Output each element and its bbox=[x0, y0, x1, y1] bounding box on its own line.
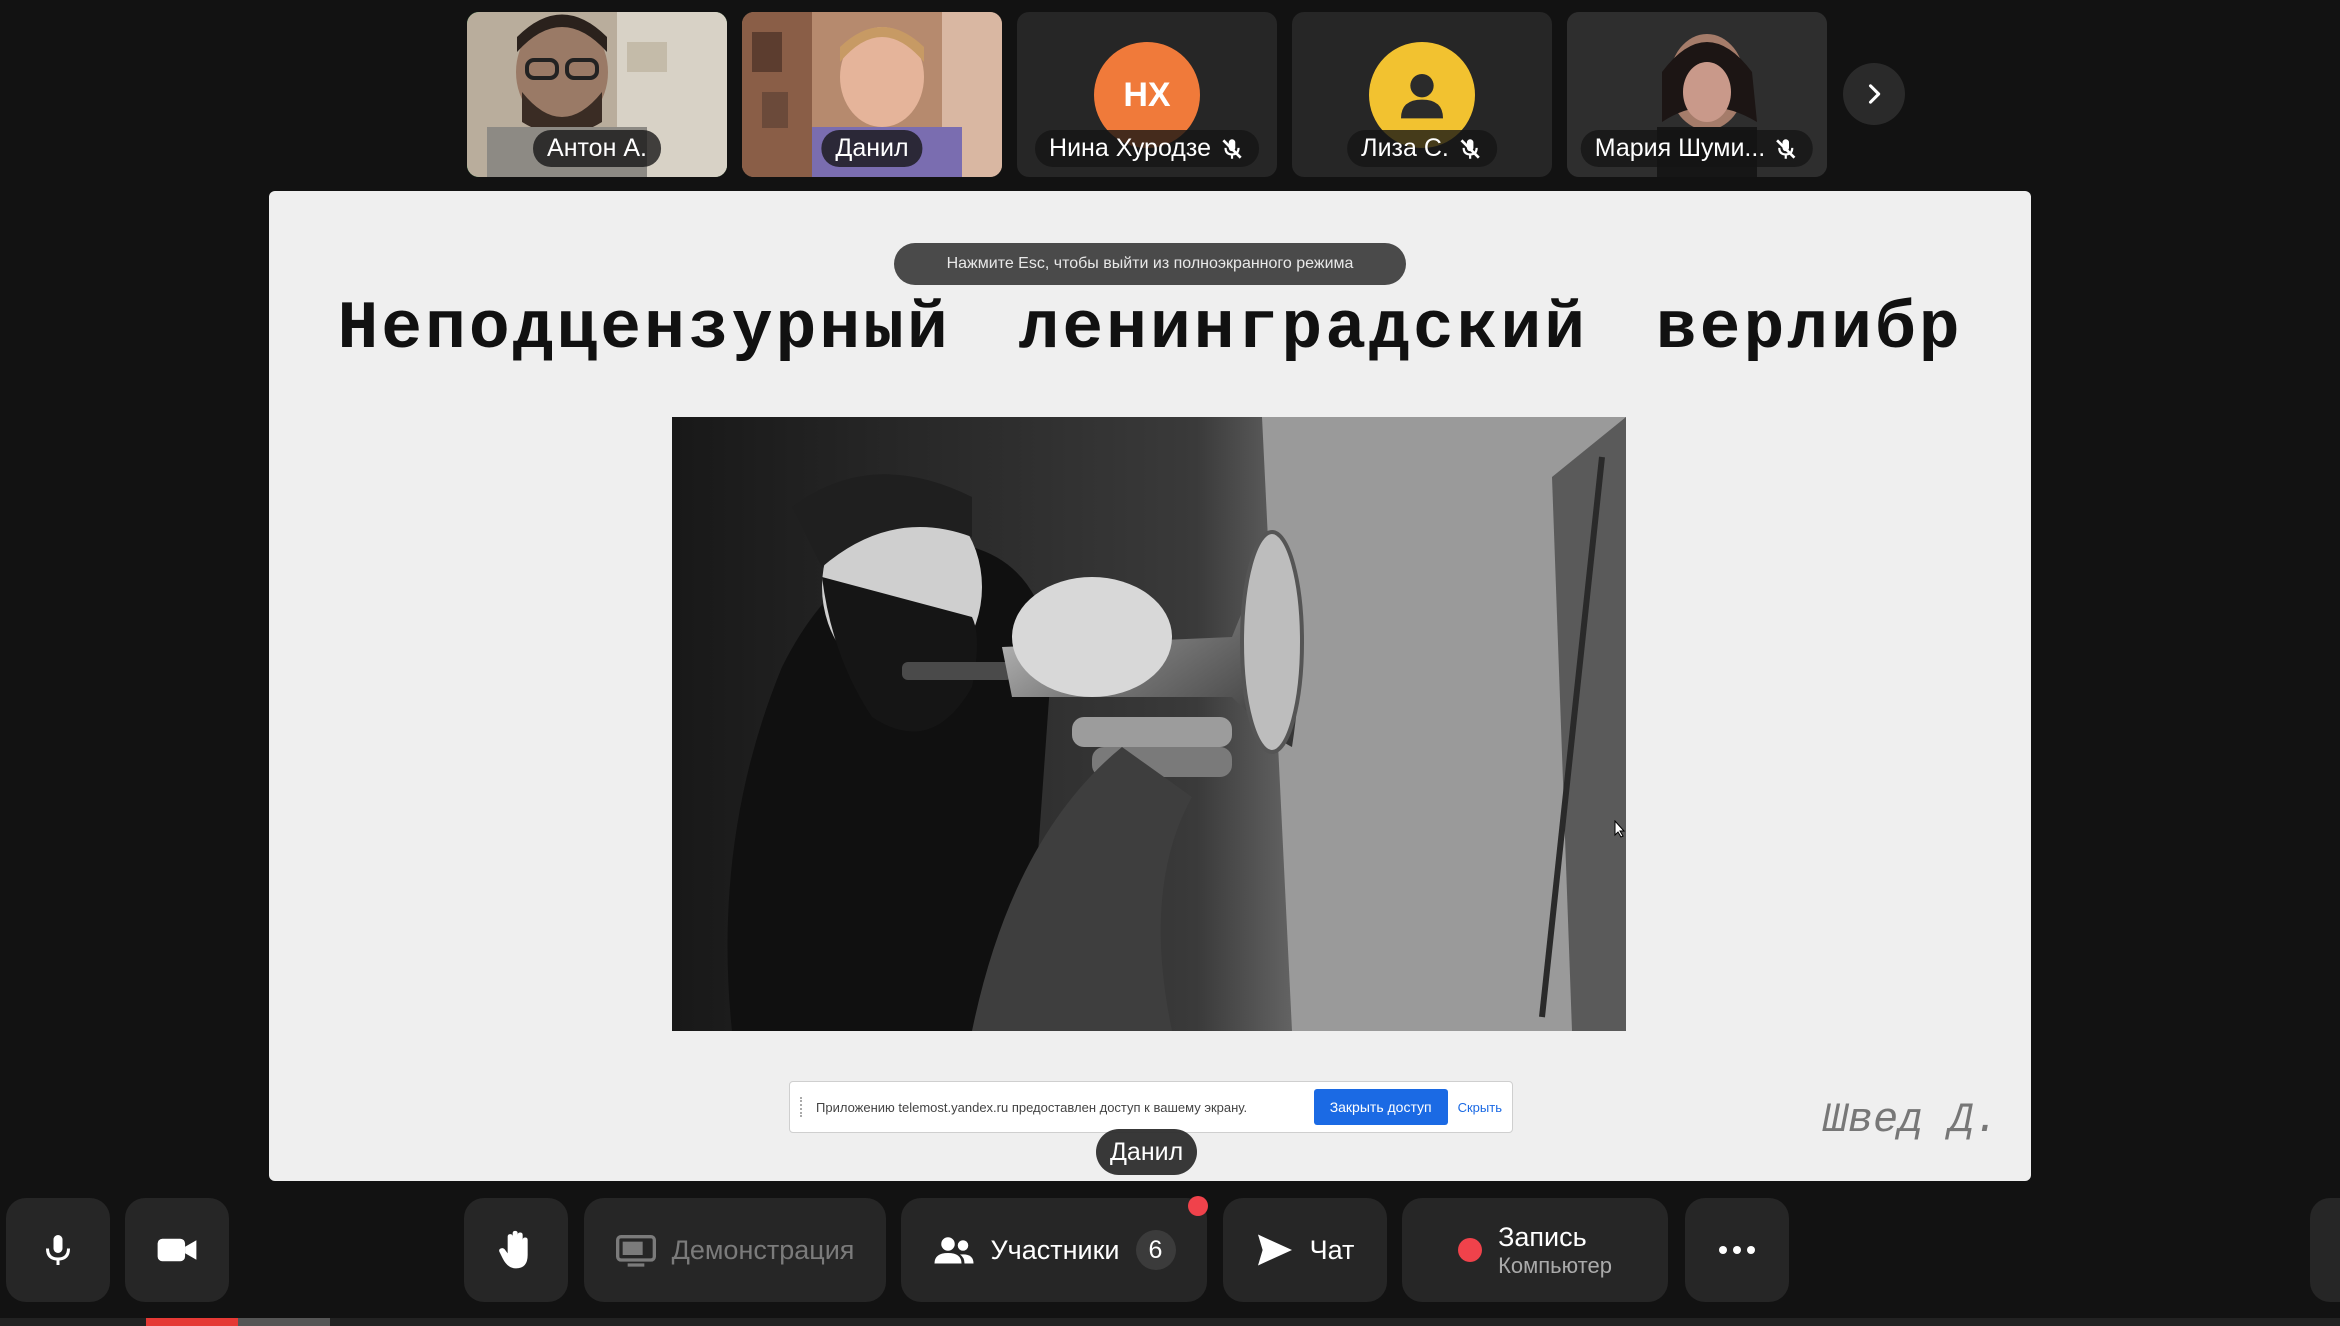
more-dots-icon bbox=[1719, 1246, 1755, 1254]
next-participants-button[interactable] bbox=[1843, 63, 1905, 125]
presenter-label: Данил bbox=[1096, 1129, 1198, 1175]
camera-button[interactable] bbox=[125, 1198, 229, 1302]
record-button[interactable]: Запись Компьютер bbox=[1402, 1198, 1668, 1302]
mouse-cursor-icon bbox=[1614, 820, 1626, 838]
screen-share-icon bbox=[615, 1235, 656, 1267]
microphone-button[interactable] bbox=[6, 1198, 110, 1302]
record-dot-icon bbox=[1458, 1238, 1483, 1262]
participant-strip: Антон А. Данил НХ Нина Хуродзе Лиза С. М… bbox=[467, 12, 1827, 177]
bottom-progress-segment bbox=[238, 1318, 330, 1326]
screen-share-notification: Приложению telemost.yandex.ru предоставл… bbox=[789, 1081, 1513, 1133]
participant-tile-liza[interactable]: Лиза С. bbox=[1292, 12, 1552, 177]
participant-name-pill: Нина Хуродзе bbox=[1035, 130, 1259, 167]
fullscreen-esc-hint: Нажмите Esc, чтобы выйти из полноэкранно… bbox=[894, 243, 1406, 285]
screen-share-label: Демонстрация bbox=[671, 1234, 855, 1265]
participant-tile-maria[interactable]: Мария Шуми... bbox=[1567, 12, 1827, 177]
participant-name-pill: Антон А. bbox=[533, 130, 661, 167]
participant-tile-danil[interactable]: Данил bbox=[742, 12, 1002, 177]
raise-hand-button[interactable] bbox=[464, 1198, 568, 1302]
participant-tile-anton[interactable]: Антон А. bbox=[467, 12, 727, 177]
chat-label: Чат bbox=[1309, 1234, 1355, 1265]
participant-name-pill: Мария Шуми... bbox=[1580, 130, 1814, 167]
record-source: Компьютер bbox=[1498, 1252, 1612, 1278]
participant-name-pill: Данил bbox=[821, 130, 923, 167]
participant-name: Мария Шуми... bbox=[1594, 134, 1766, 162]
user-icon bbox=[1401, 74, 1443, 119]
participant-name: Данил bbox=[835, 134, 909, 162]
participants-count-badge: 6 bbox=[1135, 1230, 1176, 1270]
participants-button[interactable]: Участники 6 bbox=[901, 1198, 1207, 1302]
stop-sharing-button[interactable]: Закрыть доступ bbox=[1313, 1089, 1448, 1125]
mic-off-icon bbox=[1460, 138, 1480, 159]
chevron-right-icon bbox=[1868, 84, 1881, 104]
chat-button[interactable]: Чат bbox=[1223, 1198, 1387, 1302]
share-message: Приложению telemost.yandex.ru предоставл… bbox=[816, 1099, 1248, 1115]
shared-screen: Нажмите Esc, чтобы выйти из полноэкранно… bbox=[269, 191, 2031, 1181]
drag-handle-icon[interactable] bbox=[800, 1097, 806, 1117]
raise-hand-icon bbox=[499, 1230, 528, 1269]
participant-name: Антон А. bbox=[547, 134, 647, 162]
record-label: Запись bbox=[1498, 1221, 1587, 1252]
camera-icon bbox=[157, 1238, 197, 1262]
participant-name: Нина Хуродзе bbox=[1049, 134, 1211, 162]
participant-tile-nina[interactable]: НХ Нина Хуродзе bbox=[1017, 12, 1277, 177]
microphone-icon bbox=[46, 1235, 70, 1265]
screen-share-button[interactable]: Демонстрация bbox=[584, 1198, 886, 1302]
send-chat-icon bbox=[1257, 1234, 1292, 1266]
slide-photo bbox=[672, 417, 1626, 1031]
participants-icon bbox=[934, 1237, 973, 1264]
participants-label: Участники bbox=[990, 1234, 1120, 1265]
slide-title: Неподцензурный ленинградский верлибр bbox=[337, 291, 1963, 368]
slide-author: Швед Д. bbox=[1822, 1096, 1999, 1144]
mic-off-icon bbox=[1222, 138, 1242, 159]
mic-off-icon bbox=[1776, 138, 1796, 159]
participant-name: Лиза С. bbox=[1361, 134, 1449, 162]
avatar-initials: НХ bbox=[1123, 75, 1171, 114]
participant-name-pill: Лиза С. bbox=[1347, 130, 1497, 167]
bottom-progress-segment bbox=[146, 1318, 238, 1326]
hide-notification-link[interactable]: Скрыть bbox=[1458, 1100, 1502, 1115]
more-options-button[interactable] bbox=[1685, 1198, 1789, 1302]
side-panel-button[interactable] bbox=[2310, 1198, 2340, 1302]
record-text: Запись Компьютер bbox=[1498, 1222, 1612, 1278]
participants-notification-dot bbox=[1188, 1196, 1208, 1216]
bottom-progress-track bbox=[0, 1318, 2340, 1326]
